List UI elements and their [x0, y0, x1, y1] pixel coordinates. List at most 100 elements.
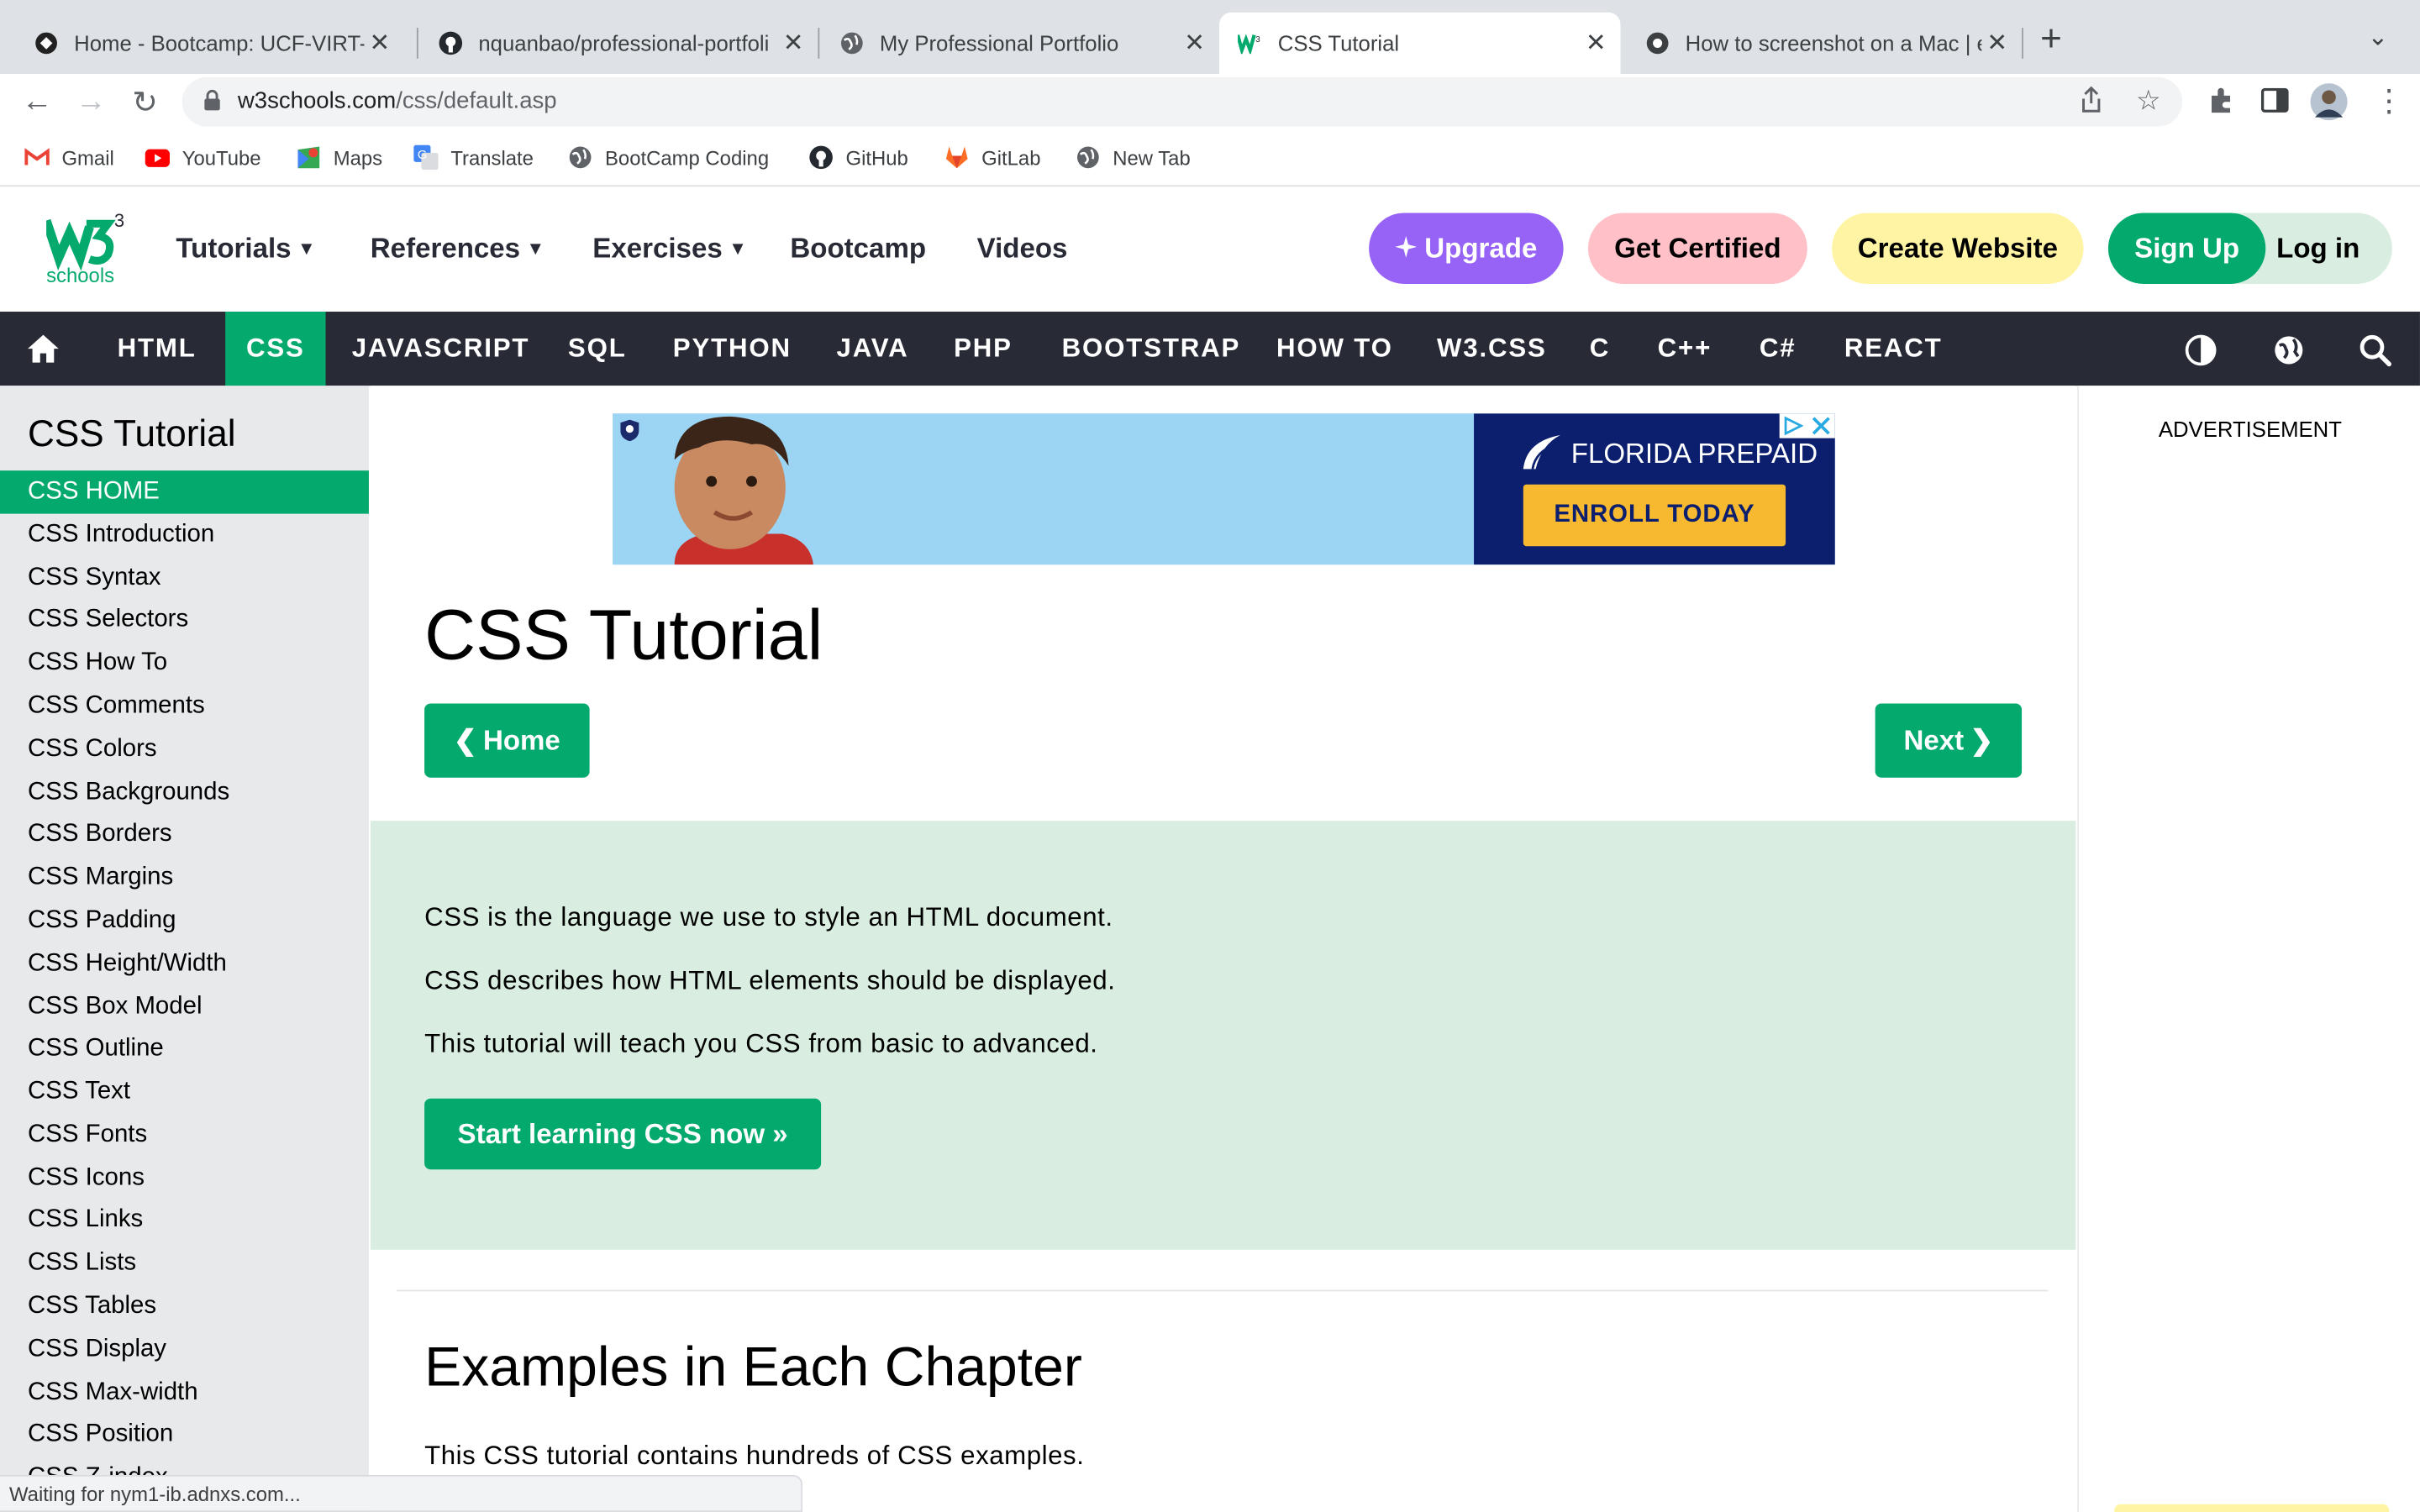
sign-up-button[interactable]: Sign Up: [2107, 213, 2266, 284]
bookmark-youtube[interactable]: YouTube: [145, 145, 261, 170]
close-icon[interactable]: ✕: [1981, 28, 2012, 59]
menu-videos[interactable]: Videos: [977, 233, 1068, 265]
close-icon[interactable]: ✕: [1581, 28, 1612, 59]
sidebar-item-css-position[interactable]: CSS Position: [0, 1413, 369, 1456]
sidebar-item-css-display[interactable]: CSS Display: [0, 1328, 369, 1371]
sidebar-item-css-home[interactable]: CSS HOME: [0, 470, 369, 514]
sidebar-item-css-colors[interactable]: CSS Colors: [0, 728, 369, 771]
nav-css[interactable]: CSS: [225, 312, 326, 386]
ad-shield-icon: [620, 419, 639, 449]
bookmark-maps[interactable]: Maps: [297, 145, 382, 170]
sidebar-item-css-lists[interactable]: CSS Lists: [0, 1242, 369, 1285]
tab-css-tutorial[interactable]: 3 CSS Tutorial ✕: [1218, 12, 1621, 75]
next-button[interactable]: Next ❯: [1875, 703, 2023, 778]
sidebar-item-css-box-model[interactable]: CSS Box Model: [0, 986, 369, 1029]
caret-down-icon: ▼: [297, 237, 316, 260]
ad-choices-icon[interactable]: [1779, 413, 1835, 438]
nav-cpp[interactable]: C++: [1633, 312, 1736, 386]
search-icon[interactable]: [2358, 333, 2391, 367]
nav-react[interactable]: REACT: [1819, 312, 1967, 386]
sidebar-item-css-syntax[interactable]: CSS Syntax: [0, 557, 369, 600]
home-button[interactable]: ❮ Home: [424, 703, 590, 778]
new-tab-icon[interactable]: +: [2040, 21, 2062, 59]
menu-tutorials[interactable]: Tutorials ▼: [176, 233, 315, 265]
url-text: w3schools.com/css/default.asp: [238, 88, 557, 114]
globe-icon: [839, 31, 864, 55]
main-content: FLORIDA PREPAID ENROLL TODAY CSS Tutoria…: [370, 386, 2076, 1512]
sidebar-item-css-fonts[interactable]: CSS Fonts: [0, 1114, 369, 1157]
bookmark-github[interactable]: GitHub: [808, 145, 908, 170]
sidebar-item-css-borders[interactable]: CSS Borders: [0, 813, 369, 856]
home-icon[interactable]: [0, 312, 87, 386]
nav-javascript[interactable]: JAVASCRIPT: [327, 312, 554, 386]
more-menu-icon[interactable]: ⋮: [2374, 81, 2405, 120]
back-icon[interactable]: ←: [15, 81, 58, 123]
nav-how-to[interactable]: HOW TO: [1252, 312, 1418, 386]
side-panel-icon[interactable]: [2260, 87, 2289, 121]
bookmark-star-icon[interactable]: ☆: [2136, 85, 2161, 118]
create-website-button[interactable]: Create Website: [1832, 213, 2084, 284]
menu-bootcamp[interactable]: Bootcamp: [790, 233, 926, 265]
upgrade-button[interactable]: Upgrade: [1369, 213, 1564, 284]
extensions-icon[interactable]: [2207, 87, 2234, 122]
share-icon[interactable]: [2081, 86, 2102, 122]
nav-sql[interactable]: SQL: [544, 312, 651, 386]
sidebar-item-css-outline[interactable]: CSS Outline: [0, 1027, 369, 1070]
nav-w3css[interactable]: W3.CSS: [1413, 312, 1572, 386]
w3schools-logo[interactable]: 3 schools: [41, 210, 127, 292]
sidebar-item-css-introduction[interactable]: CSS Introduction: [0, 514, 369, 557]
sidebar-item-css-how-to[interactable]: CSS How To: [0, 642, 369, 685]
sidebar-item-css-icons[interactable]: CSS Icons: [0, 1158, 369, 1200]
tab-screenshot-mac[interactable]: How to screenshot on a Mac | e ✕: [1612, 13, 2023, 74]
sidebar-item-css-backgrounds[interactable]: CSS Backgrounds: [0, 771, 369, 814]
sidebar-item-css-margins[interactable]: CSS Margins: [0, 856, 369, 899]
tab-portfolio[interactable]: My Professional Portfolio ✕: [806, 13, 1219, 74]
sidebar-item-css-comments[interactable]: CSS Comments: [0, 685, 369, 727]
tab-github[interactable]: nquanbao/professional-portfoli ✕: [404, 13, 818, 74]
menu-references[interactable]: References ▼: [371, 233, 544, 265]
globe-icon: [1076, 145, 1100, 170]
sidebar-item-css-max-width[interactable]: CSS Max-width: [0, 1372, 369, 1415]
bookmark-new-tab[interactable]: New Tab: [1076, 145, 1191, 170]
bookmark-gitlab[interactable]: GitLab: [944, 145, 1041, 170]
close-icon[interactable]: ✕: [778, 28, 809, 59]
sidebar-item-css-text[interactable]: CSS Text: [0, 1071, 369, 1114]
nav-bootstrap[interactable]: BOOTSTRAP: [1037, 312, 1265, 386]
forward-icon[interactable]: →: [70, 81, 113, 123]
nav-php[interactable]: PHP: [929, 312, 1038, 386]
globe-icon[interactable]: [2272, 333, 2306, 367]
tab-bootcamp[interactable]: Home - Bootcamp: UCF-VIRT-F ✕: [0, 13, 404, 74]
tab-title: How to screenshot on a Mac | e: [1685, 30, 1982, 56]
address-bar[interactable]: w3schools.com/css/default.asp ☆: [182, 76, 2183, 127]
close-icon[interactable]: ✕: [364, 28, 395, 59]
nav-java[interactable]: JAVA: [812, 312, 934, 386]
browser-status-bar: Waiting for nym1-ib.adnxs.com...: [0, 1474, 803, 1512]
banner-advertisement[interactable]: FLORIDA PREPAID ENROLL TODAY: [613, 413, 1835, 565]
get-certified-button[interactable]: Get Certified: [1587, 213, 1807, 284]
logo-superscript: 3: [114, 212, 124, 231]
bookmark-bootcamp-coding[interactable]: BootCamp Coding: [568, 145, 769, 170]
menu-exercises[interactable]: Exercises ▼: [592, 233, 747, 265]
sidebar-item-css-height-width[interactable]: CSS Height/Width: [0, 942, 369, 985]
nav-python[interactable]: PYTHON: [648, 312, 816, 386]
sidebar-item-css-tables[interactable]: CSS Tables: [0, 1285, 369, 1328]
reload-icon[interactable]: ↻: [124, 81, 166, 123]
chevron-down-icon[interactable]: ⌄: [2367, 22, 2388, 53]
sidebar-item-css-selectors[interactable]: CSS Selectors: [0, 599, 369, 642]
bookmark-translate[interactable]: G Translate: [413, 144, 534, 171]
nav-html[interactable]: HTML: [92, 312, 221, 386]
close-icon[interactable]: ✕: [1179, 28, 1210, 59]
nav-c[interactable]: C: [1565, 312, 1634, 386]
sidebar-item-css-links[interactable]: CSS Links: [0, 1199, 369, 1242]
contrast-icon[interactable]: [2184, 333, 2217, 367]
profile-avatar[interactable]: [2310, 83, 2348, 128]
log-in-button[interactable]: Log in: [2265, 213, 2370, 283]
sidebar-item-css-padding[interactable]: CSS Padding: [0, 900, 369, 942]
bookmark-gmail[interactable]: Gmail: [24, 145, 114, 170]
chevron-right-icon: ❯: [1970, 724, 1994, 756]
start-learning-button[interactable]: Start learning CSS now »: [424, 1098, 822, 1170]
nav-csharp[interactable]: C#: [1734, 312, 1820, 386]
nav-label: HTML: [117, 333, 197, 363]
ad-enroll-button[interactable]: ENROLL TODAY: [1523, 484, 1786, 547]
nav-label: JAVA: [836, 333, 909, 363]
